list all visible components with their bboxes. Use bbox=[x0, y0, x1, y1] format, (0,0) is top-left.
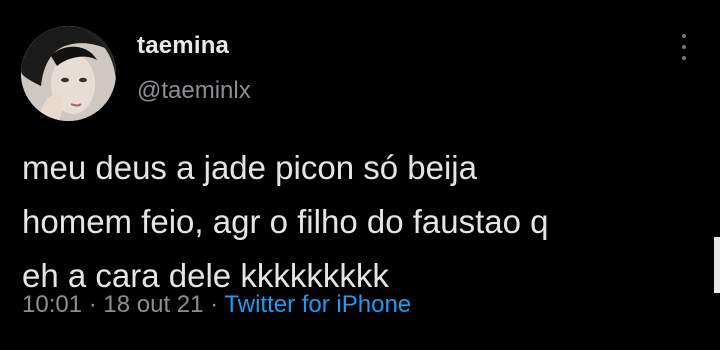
tweet-text-line: homem feio, agr o filho do faustao q bbox=[22, 203, 549, 240]
tweet: taemina @taeminlx meu deus a jade picon … bbox=[0, 0, 720, 350]
more-dot bbox=[682, 34, 686, 38]
author-handle[interactable]: @taeminlx bbox=[137, 77, 251, 105]
more-options-icon[interactable] bbox=[674, 34, 694, 60]
author-display-name[interactable]: taemina bbox=[137, 32, 229, 60]
more-dot bbox=[682, 56, 686, 60]
scrollbar-edge bbox=[714, 237, 720, 293]
more-dot bbox=[682, 45, 686, 49]
tweet-text-line: meu deus a jade picon só beija bbox=[22, 149, 477, 186]
tweet-source-link[interactable]: Twitter for iPhone bbox=[224, 291, 411, 318]
avatar-image bbox=[21, 26, 116, 121]
tweet-date[interactable]: 18 out 21 bbox=[103, 291, 203, 318]
meta-separator: · bbox=[88, 291, 97, 318]
tweet-time[interactable]: 10:01 bbox=[22, 291, 82, 318]
tweet-meta: 10:01 · 18 out 21 · Twitter for iPhone bbox=[22, 291, 411, 319]
meta-separator: · bbox=[210, 291, 219, 318]
avatar[interactable] bbox=[21, 26, 116, 121]
tweet-text: meu deus a jade picon só beija homem fei… bbox=[22, 141, 702, 303]
